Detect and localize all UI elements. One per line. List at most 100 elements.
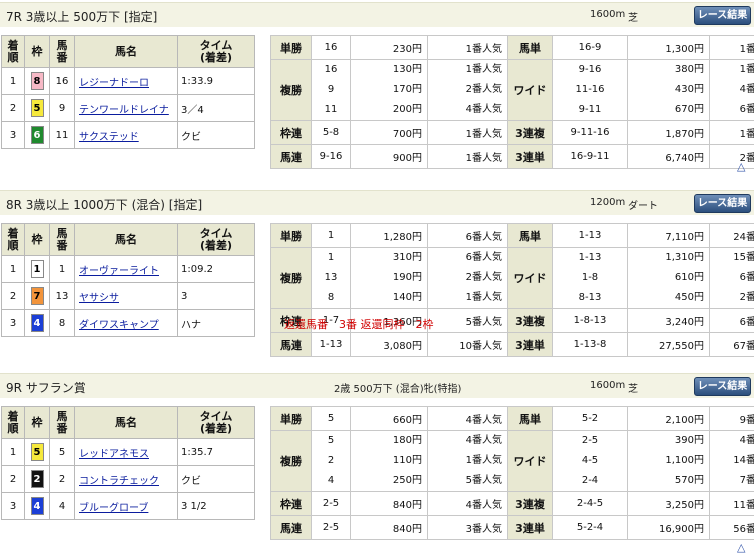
bet-type-umaren: 馬連 — [270, 144, 312, 169]
bet-type-wakuren: 枠連 — [270, 491, 312, 516]
payout-popularity: 6番人気 — [709, 308, 754, 333]
payout-yen: 380円 — [674, 64, 704, 75]
payout-amount: 7,110円 — [627, 223, 710, 248]
horse-number: 8 — [49, 309, 75, 337]
race-surface: 芝 — [628, 13, 638, 24]
finish-header-gate: 枠 — [24, 35, 50, 68]
payout-combination: 2-5 — [311, 515, 351, 540]
finish-position: 3 — [1, 309, 25, 337]
payout-combo-list: 1 13 8 — [311, 247, 351, 309]
race-result-button[interactable]: レース結果 — [694, 194, 751, 213]
finish-position: 2 — [1, 282, 25, 310]
payout-amount: 1,280円 — [350, 223, 428, 248]
payout-pop: 1番人気 — [465, 64, 502, 75]
payout-table: 単勝16230円1番人気馬単16-91,300円1番人気複勝16911130円1… — [270, 35, 754, 169]
gate-badge: 4 — [30, 497, 44, 515]
horse-name-cell: サクステッド — [74, 121, 178, 149]
horse-name-link[interactable]: コントラチェック — [76, 476, 159, 487]
finish-time: 1:33.9 — [177, 67, 255, 95]
finish-row: 3 6 11 サクステッド クビ — [1, 121, 255, 149]
payout-combo: 16 — [324, 64, 338, 75]
payout-pop-list: 4番人気 1番人気 5番人気 — [427, 430, 508, 492]
payout-row: 馬連2-5840円3番人気3連単5-2-416,900円56番人気 — [270, 515, 754, 540]
race-section: 8R 3歳以上 1000万下 (混合) [指定] 1200m ダート レース結果着 順… — [0, 190, 754, 383]
payout-combo: 8-13 — [578, 292, 602, 303]
finish-header-pos: 着 順 — [1, 406, 25, 439]
horse-name-link[interactable]: サクステッド — [76, 132, 139, 143]
race-header: 9R サフラン賞 2歳 500万下 (混合)牝(特指) 1600m 芝 レース結果 — [0, 373, 754, 398]
payout-combination: 2-4-5 — [552, 491, 628, 516]
payout-amount: 900円 — [350, 144, 428, 169]
gate-badge: 7 — [30, 287, 44, 305]
payout-popularity: 1番人気 — [427, 144, 508, 169]
payout-yen: 670円 — [674, 104, 704, 115]
payout-amount: 3,240円 — [627, 308, 710, 333]
finish-order-table: 着 順枠馬 番馬名 タイム (着差) 1 1 1 オーヴァーライト 1:09.2 2 7 13 ヤサ… — [1, 223, 255, 337]
race-header: 7R 3歳以上 500万下 [指定] 1600m 芝 レース結果 — [0, 2, 754, 27]
horse-name-link[interactable]: テンワールドレイナ — [76, 105, 169, 116]
finish-row: 2 7 13 ヤサシサ 3 — [1, 282, 255, 310]
horse-name-link[interactable]: レッドアネモス — [76, 449, 149, 460]
race-distance: 1600m — [590, 380, 626, 391]
race-header: 8R 3歳以上 1000万下 (混合) [指定] 1200m ダート レース結果 — [0, 190, 754, 215]
payout-yen-list: 310円 190円 140円 — [350, 247, 428, 309]
scroll-top-icon[interactable]: △ — [737, 541, 745, 554]
race-section: 9R サフラン賞 2歳 500万下 (混合)牝(特指) 1600m 芝 レース結果着 順… — [0, 373, 754, 554]
finish-time: 3 — [177, 282, 255, 310]
race-title: 9R サフラン賞 — [6, 381, 86, 395]
scroll-top-icon[interactable]: △ — [737, 160, 745, 173]
horse-name-link[interactable]: ダイワスキャンプ — [76, 320, 159, 331]
race-surface: ダート — [628, 201, 658, 212]
payout-popularity: 1番人気 — [427, 120, 508, 145]
payout-yen-list: 180円 110円 250円 — [350, 430, 428, 492]
payout-amount: 2,100円 — [627, 406, 710, 431]
horse-name-cell: レッドアネモス — [74, 438, 178, 466]
payout-popularity: 4番人気 — [427, 491, 508, 516]
gate-cell: 4 — [24, 309, 50, 337]
payout-table: 単勝5660円4番人気馬単5-22,100円9番人気複勝524180円110円2… — [270, 406, 754, 540]
payout-pop: 6番人気 — [739, 104, 754, 115]
payout-yen-list: 390円 1,100円 570円 — [627, 430, 710, 492]
bet-type-wide: ワイド — [507, 247, 553, 309]
payout-row: 単勝16230円1番人気馬単16-91,300円1番人気 — [270, 35, 754, 60]
horse-name-link[interactable]: オーヴァーライト — [76, 266, 159, 277]
finish-header-num: 馬 番 — [49, 223, 75, 256]
finish-header-name: 馬名 — [74, 406, 178, 439]
payout-combo: 4-5 — [581, 455, 599, 466]
finish-header-pos: 着 順 — [1, 35, 25, 68]
payout-combination: 1-13 — [552, 223, 628, 248]
bet-type-wakuren: 枠連 — [270, 120, 312, 145]
payout-yen: 250円 — [392, 475, 422, 486]
gate-cell: 5 — [24, 94, 50, 122]
bet-type-umatan: 馬単 — [507, 35, 553, 60]
payout-pop-list: 1番人気 4番人気 6番人気 — [709, 59, 754, 121]
horse-number: 1 — [49, 255, 75, 283]
horse-name-link[interactable]: ヤサシサ — [76, 293, 119, 304]
bet-type-sanrentan: 3連単 — [507, 515, 553, 540]
finish-header-name: 馬名 — [74, 35, 178, 68]
finish-time: クビ — [177, 465, 255, 493]
payout-yen: 170円 — [392, 84, 422, 95]
horse-name-cell: オーヴァーライト — [74, 255, 178, 283]
payout-amount: 6,740円 — [627, 144, 710, 169]
payout-amount: 840円 — [350, 515, 428, 540]
race-result-button[interactable]: レース結果 — [694, 377, 751, 396]
finish-position: 3 — [1, 492, 25, 520]
horse-name-link[interactable]: ブルーグローブ — [76, 503, 148, 514]
payout-combination: 5 — [311, 406, 351, 431]
finish-header-time: タイム (着差) — [177, 35, 255, 68]
horse-name-cell: ヤサシサ — [74, 282, 178, 310]
horse-name-link[interactable]: レジーナドーロ — [76, 78, 149, 89]
payout-popularity: 10番人気 — [427, 332, 508, 357]
gate-badge: 8 — [30, 72, 44, 90]
payout-combination: 5-8 — [311, 120, 351, 145]
gate-cell: 6 — [24, 121, 50, 149]
finish-header-time: タイム (着差) — [177, 223, 255, 256]
payout-combo: 11 — [324, 104, 338, 115]
payout-yen: 390円 — [674, 435, 704, 446]
race-result-button[interactable]: レース結果 — [694, 6, 751, 25]
payout-combo-list: 1-13 1-8 8-13 — [552, 247, 628, 309]
payout-popularity: 2番人気 — [709, 144, 754, 169]
payout-combo: 1 — [327, 252, 335, 263]
payout-combination: 5-2-4 — [552, 515, 628, 540]
